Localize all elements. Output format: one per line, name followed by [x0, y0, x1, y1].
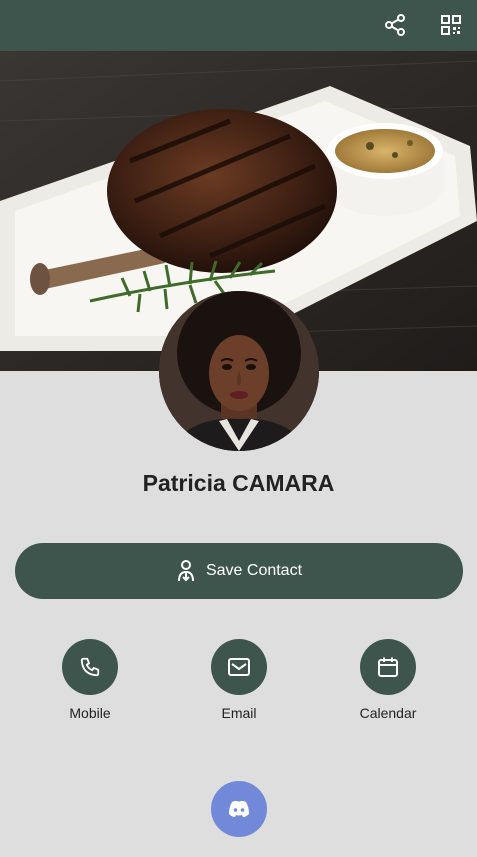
- qr-code-icon: [441, 15, 461, 35]
- envelope-icon: [228, 658, 250, 676]
- phone-icon: [80, 657, 100, 677]
- calendar-label: Calendar: [359, 705, 417, 721]
- email-button[interactable]: [211, 639, 267, 695]
- top-bar: [0, 0, 477, 51]
- contact-download-icon: [177, 560, 194, 582]
- email-label: Email: [221, 705, 257, 721]
- calendar-icon: [378, 657, 398, 677]
- email-action[interactable]: Email: [179, 639, 299, 721]
- calendar-button[interactable]: [360, 639, 416, 695]
- qr-code-button[interactable]: [436, 10, 466, 40]
- discord-icon: [229, 800, 249, 817]
- profile-name: Patricia CAMARA: [142, 470, 335, 496]
- avatar: [159, 291, 319, 451]
- save-contact-button[interactable]: Save Contact: [15, 543, 463, 599]
- share-button[interactable]: [380, 10, 410, 40]
- mobile-label: Mobile: [69, 705, 111, 721]
- discord-button[interactable]: [211, 781, 267, 837]
- mobile-action[interactable]: Mobile: [30, 639, 150, 721]
- calendar-action[interactable]: Calendar: [328, 639, 448, 721]
- save-contact-label: Save Contact: [205, 562, 303, 579]
- mobile-button[interactable]: [62, 639, 118, 695]
- share-icon: [385, 14, 405, 36]
